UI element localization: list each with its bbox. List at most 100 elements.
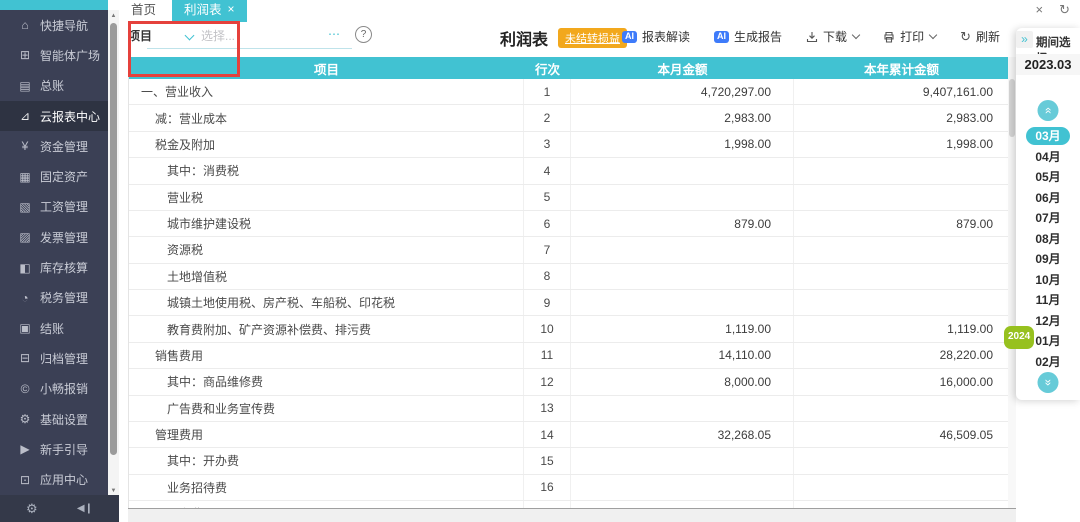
sidebar-item-库存核算[interactable]: ◧库存核算: [0, 252, 108, 282]
sidebar-item-工资管理[interactable]: ▧工资管理: [0, 192, 108, 222]
sidebar-item-label: 资金管理: [40, 138, 88, 155]
sidebar-item-label: 结账: [40, 320, 64, 337]
filter-underline: [147, 48, 352, 49]
cell-month-amount: [571, 448, 794, 473]
month-item-04月[interactable]: 04月: [1016, 147, 1080, 168]
month-item-11月[interactable]: 11月: [1016, 290, 1080, 311]
tab-income-statement[interactable]: 利润表 ×: [172, 0, 247, 22]
project-filter[interactable]: 项目选择... ⋯: [128, 27, 360, 51]
collapse-panel-icon[interactable]: »: [1016, 31, 1033, 48]
window-controls: × ↻: [1036, 2, 1071, 18]
table-vertical-scrollbar[interactable]: [1008, 57, 1016, 508]
scroll-months-up-button[interactable]: »: [1038, 100, 1059, 121]
table-row: 一、营业收入14,720,297.009,407,161.00: [129, 79, 1009, 105]
cell-item-name: 资源税: [129, 237, 524, 262]
table-row: 税金及附加31,998.001,998.00: [129, 132, 1009, 158]
cell-item-name: 教育费附加、矿产资源补偿费、排污费: [129, 316, 524, 341]
table-row: 研究费用17: [129, 501, 1009, 508]
settings-icon[interactable]: ⚙: [26, 501, 38, 517]
sidebar-item-label: 发票管理: [40, 229, 88, 246]
ai-icon: AI: [714, 31, 729, 43]
invoice-icon: ▨: [17, 230, 33, 244]
sidebar-item-智能体广场[interactable]: ⊞智能体广场: [0, 40, 108, 70]
month-item-03月[interactable]: 03月: [1016, 126, 1080, 147]
cell-year-amount: [794, 475, 1009, 500]
collapse-sidebar-icon[interactable]: ◀❙: [77, 503, 93, 514]
cell-item-name: 广告费和业务宣传费: [129, 396, 524, 421]
print-action[interactable]: 打印: [883, 28, 936, 45]
scroll-months-down-button[interactable]: »: [1038, 372, 1059, 393]
refresh-action[interactable]: ↻刷新: [960, 28, 1000, 45]
cell-year-amount: 1,119.00: [794, 316, 1009, 341]
cell-item-name: 其中：消费税: [129, 158, 524, 183]
chevron-down-icon: [852, 31, 860, 39]
sidebar-item-结账[interactable]: ▣结账: [0, 313, 108, 343]
cell-month-amount: [571, 396, 794, 421]
cell-month-amount: [571, 290, 794, 315]
month-item-02月[interactable]: 02月: [1016, 352, 1080, 373]
month-item-01月[interactable]: 01月2024: [1016, 331, 1080, 352]
sidebar-item-新手引导[interactable]: ▶新手引导: [0, 434, 108, 464]
cell-month-amount: 8,000.00: [571, 369, 794, 394]
col-header-month-amount: 本月金额: [571, 57, 794, 79]
cell-month-amount: 879.00: [571, 211, 794, 236]
tax-icon: ◔: [17, 291, 33, 305]
cell-year-amount: [794, 396, 1009, 421]
sidebar-item-资金管理[interactable]: ¥ 资金管理: [0, 131, 108, 161]
cell-line-no: 3: [524, 132, 571, 157]
table-horizontal-scrollbar[interactable]: [128, 508, 1016, 522]
table-row: 减：营业成本22,983.002,983.00: [129, 105, 1009, 131]
scrollbar-thumb[interactable]: [110, 23, 117, 455]
sidebar-scrollbar[interactable]: ▲ ▼: [108, 10, 119, 497]
app-center-icon: ⊡: [17, 473, 33, 487]
sidebar-item-label: 小畅报销: [40, 380, 88, 397]
cell-month-amount: [571, 475, 794, 500]
chevron-down-icon: [929, 31, 937, 39]
month-item-06月[interactable]: 06月: [1016, 188, 1080, 209]
cell-month-amount: 2,983.00: [571, 105, 794, 130]
help-icon[interactable]: ?: [355, 26, 372, 43]
scrollbar-thumb[interactable]: [1009, 79, 1015, 137]
tab-home[interactable]: 首页: [119, 0, 168, 22]
action-label: 刷新: [976, 28, 1000, 45]
status-badge[interactable]: 未结转损益: [558, 28, 627, 48]
sidebar-item-label: 库存核算: [40, 259, 88, 276]
page-title: 利润表: [500, 26, 548, 50]
more-options-icon[interactable]: ⋯: [328, 27, 341, 41]
month-item-09月[interactable]: 09月: [1016, 249, 1080, 270]
cell-line-no: 17: [524, 501, 571, 508]
month-item-05月[interactable]: 05月: [1016, 167, 1080, 188]
sidebar-item-云报表中心[interactable]: ⊿云报表中心: [0, 101, 108, 131]
period-select-panel: » 期间选择 2023.03 » 03月04月05月06月07月08月09月10…: [1016, 28, 1080, 400]
sidebar-item-税务管理[interactable]: ◔税务管理: [0, 283, 108, 313]
sidebar-item-固定资产[interactable]: ▦固定资产: [0, 161, 108, 191]
reload-icon[interactable]: ↻: [1059, 2, 1070, 18]
funds-icon: ¥: [17, 139, 33, 153]
scroll-up-icon[interactable]: ▲: [108, 10, 119, 22]
sidebar-item-快捷导航[interactable]: ⌂快捷导航: [0, 10, 108, 40]
sidebar-item-小畅报销[interactable]: ©小畅报销: [0, 374, 108, 404]
download-action[interactable]: 下载: [806, 28, 859, 45]
sidebar-item-归档管理[interactable]: ⊟归档管理: [0, 343, 108, 373]
generate-report-action[interactable]: AI生成报告: [714, 28, 782, 45]
report-interpret-action[interactable]: AI报表解读: [622, 28, 690, 45]
cell-item-name: 其中：开办费: [129, 448, 524, 473]
close-icon[interactable]: ×: [1036, 2, 1044, 18]
sidebar-item-应用中心[interactable]: ⊡应用中心: [0, 464, 108, 494]
cell-line-no: 11: [524, 343, 571, 368]
cell-month-amount: [571, 237, 794, 262]
filter-select-placeholder[interactable]: 选择...: [201, 29, 235, 43]
sidebar-item-总账[interactable]: ▤总账: [0, 71, 108, 101]
sidebar-item-发票管理[interactable]: ▨ 发票管理: [0, 222, 108, 252]
cell-line-no: 10: [524, 316, 571, 341]
cell-year-amount: [794, 237, 1009, 262]
income-statement-table: 项目 行次 本月金额 本年累计金额 一、营业收入14,720,297.009,4…: [128, 57, 1009, 508]
month-item-10月[interactable]: 10月: [1016, 270, 1080, 291]
month-item-08月[interactable]: 08月: [1016, 229, 1080, 250]
sidebar-item-基础设置[interactable]: ⚙基础设置: [0, 404, 108, 434]
month-item-07月[interactable]: 07月: [1016, 208, 1080, 229]
close-icon[interactable]: ×: [228, 2, 235, 16]
home-icon: ⌂: [17, 18, 33, 32]
guide-icon: ▶: [17, 442, 33, 456]
cell-line-no: 13: [524, 396, 571, 421]
